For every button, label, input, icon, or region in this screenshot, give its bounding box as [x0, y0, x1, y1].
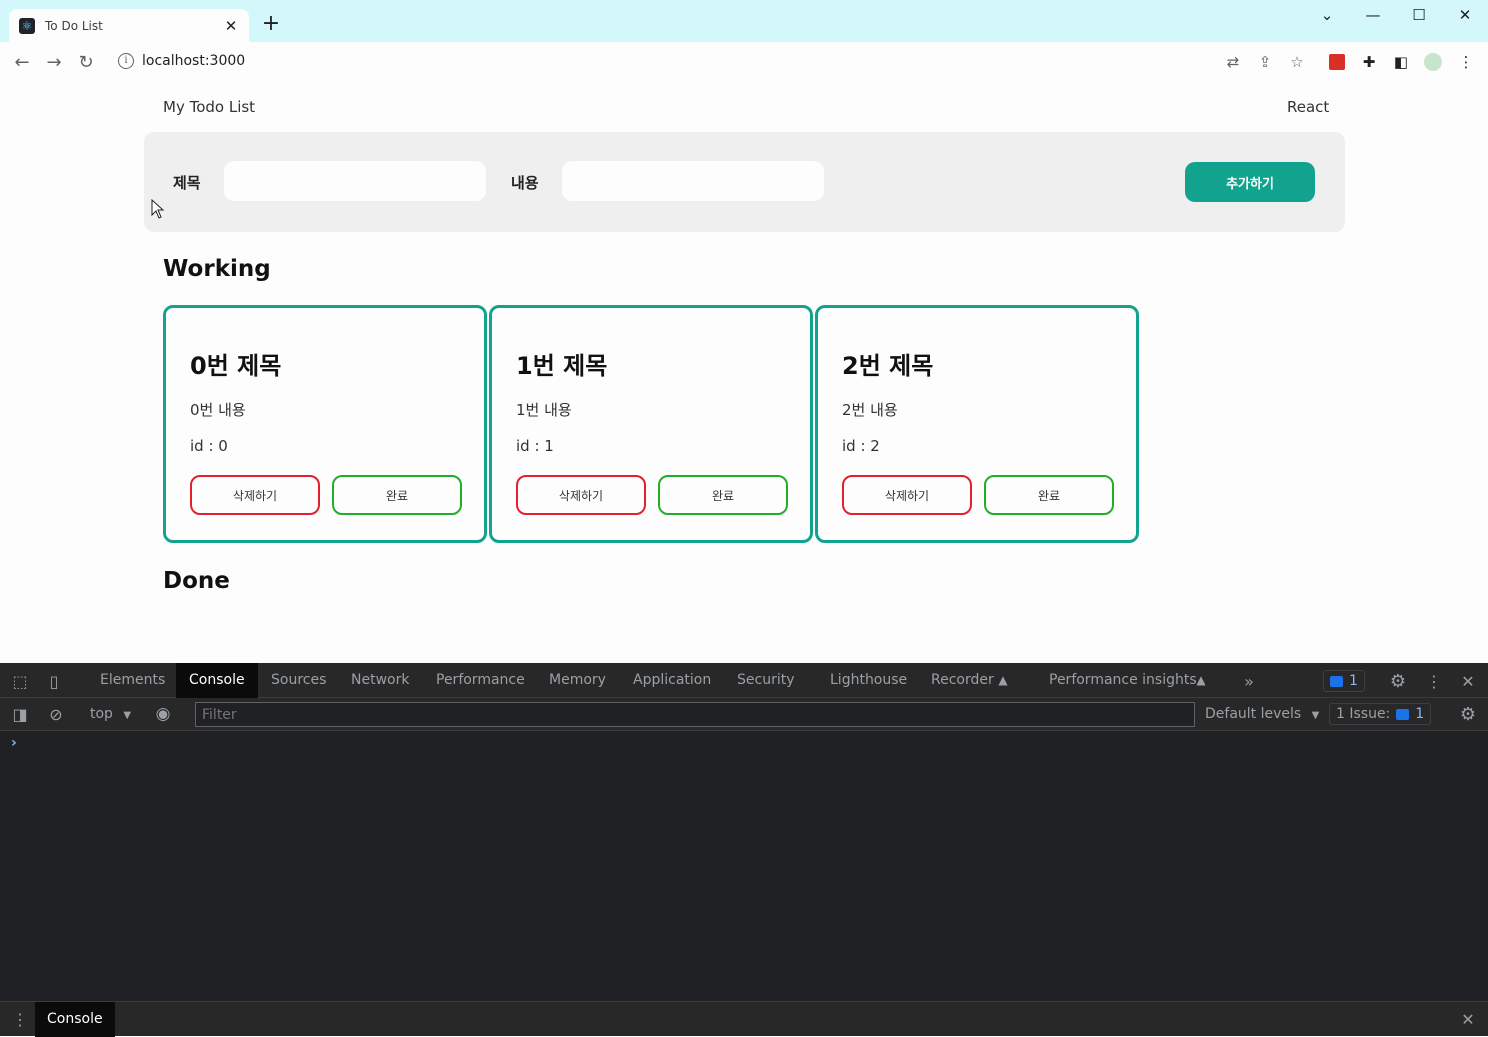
devtools-settings-icon[interactable]: ⚙	[1387, 671, 1409, 692]
todo-card: 2번 제목 2번 내용 id : 2 삭제하기 완료	[815, 305, 1139, 543]
clear-console-icon[interactable]: ⊘	[46, 704, 66, 724]
dropdown-arrow-icon: ▼	[123, 710, 132, 721]
todo-card-title: 2번 제목	[842, 352, 934, 380]
title-input[interactable]	[224, 161, 486, 201]
todo-card-id: id : 0	[190, 437, 228, 455]
devtools-panel: ⬚ ▯ Elements Console Sources Network Per…	[0, 663, 1488, 1037]
devtools-close-icon[interactable]: ✕	[1458, 671, 1478, 691]
more-tabs-icon[interactable]: »	[1240, 671, 1258, 691]
console-toolbar: ◨ ⊘ top ▼ ◉ Default levels ▼ 1 Issue: 1 …	[0, 698, 1488, 731]
messages-count: 1	[1349, 673, 1358, 689]
drawer-tab-console[interactable]: Console	[35, 1002, 115, 1037]
console-settings-icon[interactable]: ⚙	[1457, 704, 1479, 725]
log-levels-dropdown[interactable]: Default levels ▼	[1205, 698, 1319, 731]
issues-badge[interactable]: 1 Issue: 1	[1329, 703, 1432, 725]
todo-card-body: 0번 내용	[190, 401, 246, 419]
devtools-drawer: ⋮ Console ✕	[0, 1001, 1488, 1037]
todo-card: 1번 제목 1번 내용 id : 1 삭제하기 완료	[489, 305, 813, 543]
issue-icon	[1396, 708, 1410, 720]
devtools-tab-sources[interactable]: Sources	[271, 663, 326, 698]
tab-search-icon[interactable]: ⌄	[1304, 0, 1350, 30]
minimize-icon[interactable]: —	[1350, 0, 1396, 30]
bookmark-star-icon[interactable]: ☆	[1286, 51, 1308, 73]
todo-card-id: id : 1	[516, 437, 554, 455]
maximize-icon[interactable]: ☐	[1396, 0, 1442, 30]
live-expression-eye-icon[interactable]: ◉	[152, 704, 174, 724]
working-section-title: Working	[163, 256, 271, 282]
new-tab-icon[interactable]: +	[258, 11, 284, 37]
devtools-tab-memory[interactable]: Memory	[549, 663, 606, 698]
devtools-menu-icon[interactable]: ⋮	[1424, 671, 1444, 691]
issues-label: 1 Issue:	[1336, 706, 1391, 722]
browser-toolbar: ← → ↻ i localhost:3000 ⇄ ⇪ ☆ ✚ ◧ ⋮	[0, 42, 1488, 82]
devtools-tab-elements[interactable]: Elements	[100, 663, 165, 698]
todo-card-title: 0번 제목	[190, 352, 282, 380]
devtools-tab-network[interactable]: Network	[351, 663, 409, 698]
window-close-icon[interactable]: ✕	[1442, 0, 1488, 30]
extension-icon[interactable]	[1326, 51, 1348, 73]
drawer-menu-icon[interactable]: ⋮	[12, 1009, 28, 1029]
app-title: My Todo List	[163, 98, 256, 116]
console-filter-input[interactable]	[195, 702, 1195, 727]
log-levels-value: Default levels	[1205, 706, 1302, 722]
site-info-icon[interactable]: i	[118, 53, 134, 69]
experiment-flask-icon: ▲	[1196, 673, 1206, 687]
extensions-puzzle-icon[interactable]: ✚	[1358, 51, 1380, 73]
issues-count: 1	[1415, 706, 1425, 722]
delete-button[interactable]: 삭제하기	[516, 475, 646, 515]
browser-tab[interactable]: ⚛ To Do List ✕	[9, 9, 249, 42]
inspect-element-icon[interactable]: ⬚	[10, 671, 30, 691]
title-label: 제목	[173, 174, 201, 192]
context-selector[interactable]: top ▼	[90, 698, 131, 731]
experiment-flask-icon: ▲	[998, 673, 1008, 687]
complete-button[interactable]: 완료	[984, 475, 1114, 515]
complete-button[interactable]: 완료	[332, 475, 462, 515]
share-icon[interactable]: ⇪	[1254, 51, 1276, 73]
side-panel-icon[interactable]: ◧	[1390, 51, 1412, 73]
devtools-tab-recorder[interactable]: Recorder	[931, 663, 994, 698]
add-todo-form: 제목 내용 추가하기	[144, 132, 1345, 232]
browser-tabstrip: ⚛ To Do List ✕ + ⌄ — ☐ ✕	[0, 0, 1488, 42]
delete-button[interactable]: 삭제하기	[190, 475, 320, 515]
done-section-title: Done	[163, 568, 230, 594]
add-todo-button[interactable]: 추가하기	[1185, 162, 1315, 202]
devtools-tab-performance[interactable]: Performance	[436, 663, 525, 698]
todo-card-title: 1번 제목	[516, 352, 608, 380]
tab-close-icon[interactable]: ✕	[223, 17, 239, 35]
content-input[interactable]	[562, 161, 824, 201]
complete-button[interactable]: 완료	[658, 475, 788, 515]
devtools-tabbar: ⬚ ▯ Elements Console Sources Network Per…	[0, 663, 1488, 698]
messages-badge[interactable]: 1	[1323, 670, 1365, 692]
address-bar[interactable]: localhost:3000	[142, 53, 245, 69]
dropdown-arrow-icon: ▼	[1311, 710, 1320, 721]
delete-button[interactable]: 삭제하기	[842, 475, 972, 515]
app-header-right: React	[1287, 98, 1330, 116]
todo-page: My Todo List React 제목 내용 추가하기 Working 0번…	[0, 82, 1488, 663]
devtools-tab-application[interactable]: Application	[633, 663, 711, 698]
message-icon	[1330, 675, 1343, 687]
drawer-close-icon[interactable]: ✕	[1458, 1009, 1478, 1029]
forward-icon[interactable]: →	[40, 48, 68, 76]
sidebar-toggle-icon[interactable]: ◨	[10, 704, 30, 724]
context-value: top	[90, 706, 113, 722]
mouse-cursor-icon	[151, 199, 165, 219]
devtools-tab-console[interactable]: Console	[176, 663, 258, 698]
profile-avatar[interactable]	[1422, 51, 1444, 73]
console-prompt-icon[interactable]: ›	[11, 735, 17, 751]
browser-menu-icon[interactable]: ⋮	[1455, 51, 1477, 73]
todo-card-body: 1번 내용	[516, 401, 572, 419]
todo-card: 0번 제목 0번 내용 id : 0 삭제하기 완료	[163, 305, 487, 543]
devtools-tab-performance-insights[interactable]: Performance insights	[1049, 663, 1197, 698]
todo-card-body: 2번 내용	[842, 401, 898, 419]
devtools-tab-lighthouse[interactable]: Lighthouse	[830, 663, 907, 698]
content-label: 내용	[511, 174, 539, 192]
react-favicon-icon: ⚛	[19, 17, 35, 34]
todo-card-id: id : 2	[842, 437, 880, 455]
back-icon[interactable]: ←	[8, 48, 36, 76]
translate-icon[interactable]: ⇄	[1222, 51, 1244, 73]
tab-title: To Do List	[45, 18, 103, 33]
reload-icon[interactable]: ↻	[72, 48, 100, 76]
device-toolbar-icon[interactable]: ▯	[44, 671, 64, 691]
devtools-tab-security[interactable]: Security	[737, 663, 795, 698]
